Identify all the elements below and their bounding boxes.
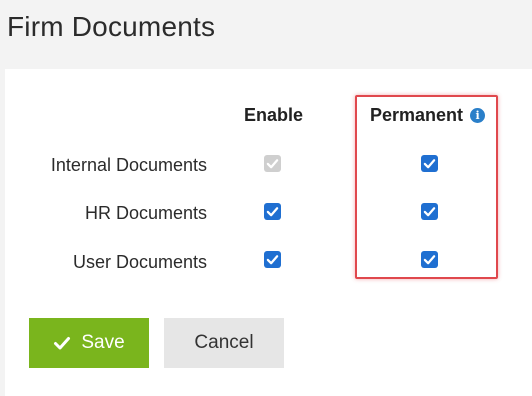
checkmark-icon xyxy=(423,159,436,169)
checkmark-icon xyxy=(423,255,436,265)
row-label-user-documents: User Documents xyxy=(72,252,207,272)
check-icon xyxy=(54,337,71,350)
permanent-checkbox-hr-documents[interactable] xyxy=(421,203,438,220)
permanent-checkbox-internal-documents[interactable] xyxy=(421,155,438,172)
row-label-hr-documents: HR Documents xyxy=(84,203,207,223)
row-label-internal-documents: Internal Documents xyxy=(50,155,207,175)
permanent-checkbox-user-documents[interactable] xyxy=(421,251,438,268)
checkmark-icon xyxy=(266,255,279,265)
cancel-button[interactable]: Cancel xyxy=(164,318,284,368)
enable-checkbox-internal-documents xyxy=(264,155,281,172)
enable-column-header: Enable xyxy=(244,105,304,125)
enable-checkbox-user-documents[interactable] xyxy=(264,251,281,268)
checkmark-icon xyxy=(266,159,279,169)
save-button[interactable]: Save xyxy=(29,318,149,368)
page-title: Firm Documents xyxy=(7,11,216,42)
checkmark-icon xyxy=(423,207,436,217)
enable-checkbox-hr-documents[interactable] xyxy=(264,203,281,220)
checkmark-icon xyxy=(266,207,279,217)
save-button-label: Save xyxy=(81,332,125,353)
